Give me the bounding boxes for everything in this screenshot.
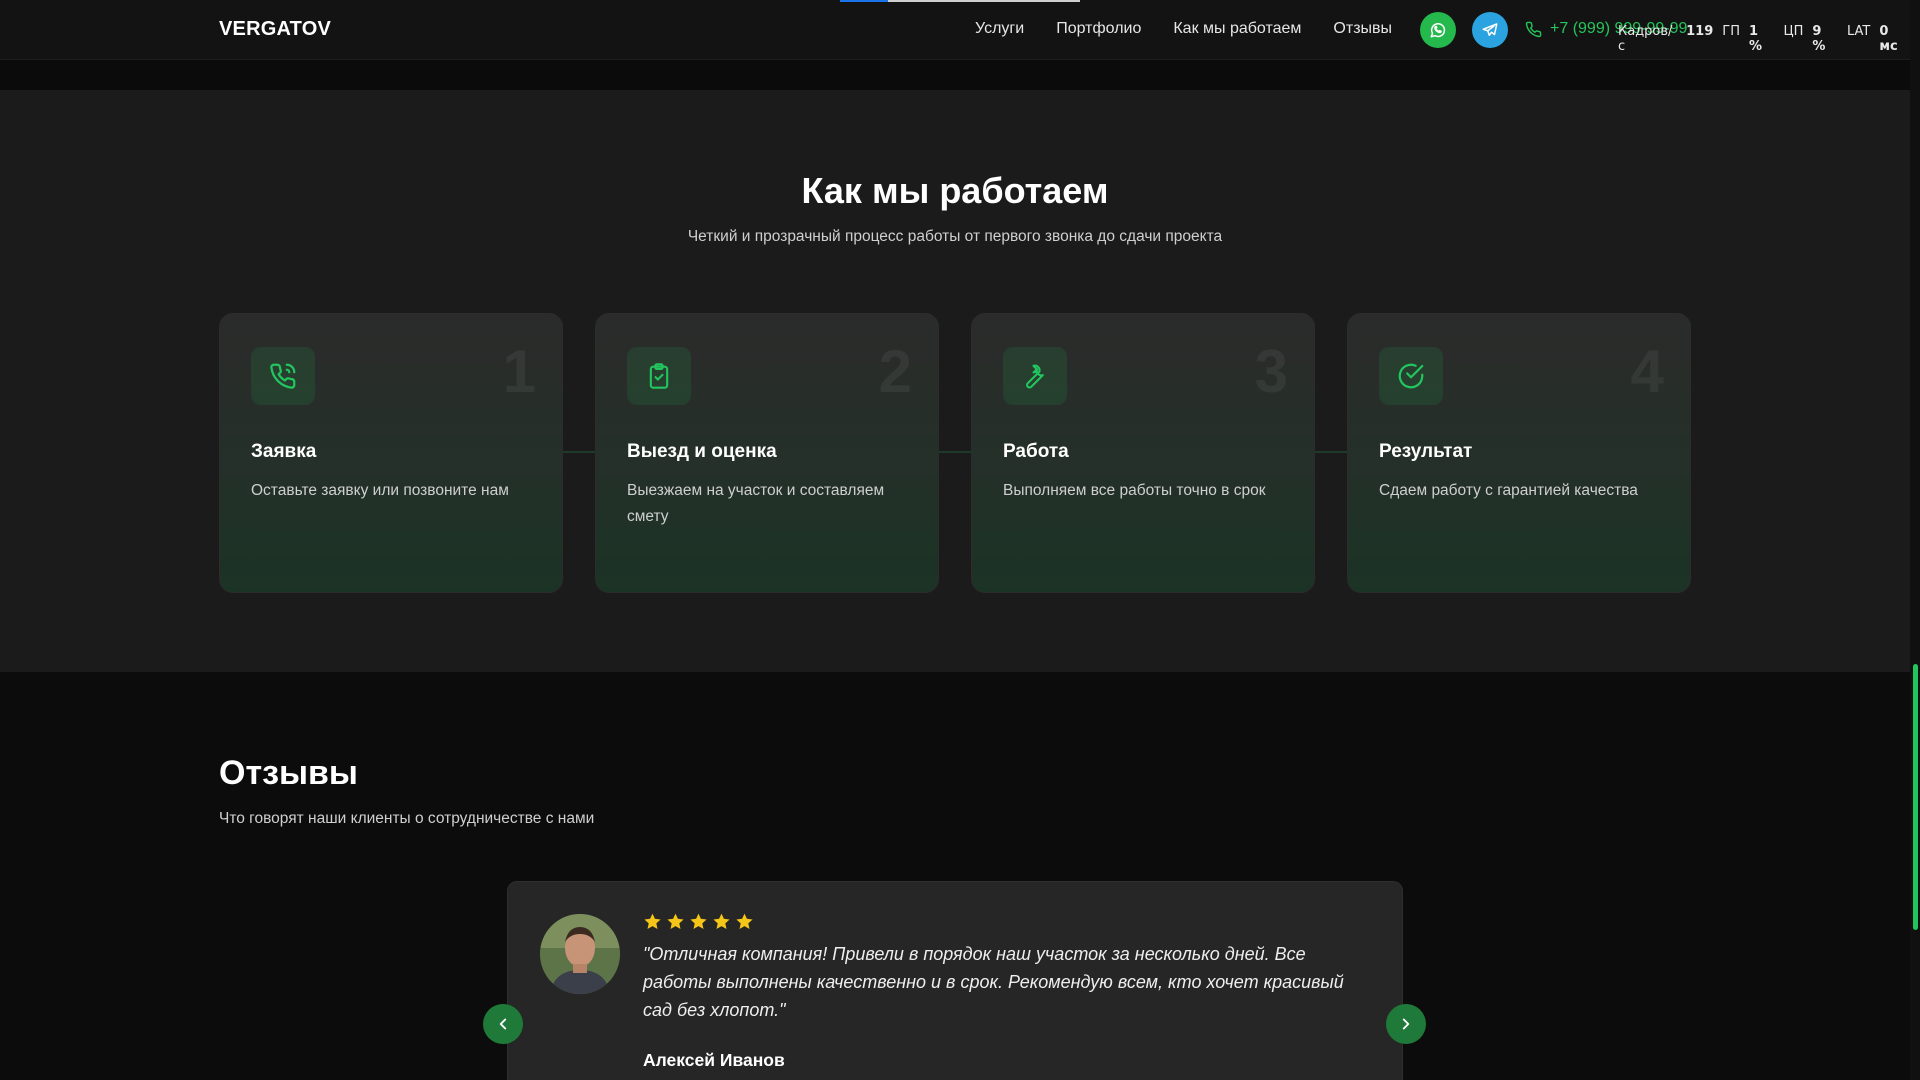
site-header: VERGATOV Услуги Портфолио Как мы работае… bbox=[0, 0, 1910, 60]
section-title: Как мы работаем bbox=[801, 170, 1109, 211]
step-icon-box bbox=[1379, 347, 1443, 405]
section-subtitle: Четкий и прозрачный процесс работы от пе… bbox=[687, 228, 1223, 245]
step-title: Работа bbox=[1003, 441, 1069, 462]
step-number: 2 bbox=[878, 338, 912, 405]
step-connector bbox=[1315, 451, 1349, 453]
page-load-progress bbox=[840, 0, 1080, 2]
phone-icon bbox=[1525, 21, 1542, 37]
step-title: Заявка bbox=[251, 441, 317, 462]
cpu-value: 9 % bbox=[1812, 24, 1826, 54]
gpu-label: ГП bbox=[1722, 24, 1740, 39]
rating-stars bbox=[643, 912, 754, 931]
nav-item-reviews[interactable]: Отзывы bbox=[1333, 20, 1392, 38]
lat-label: LAT bbox=[1846, 24, 1871, 39]
cpu-label: ЦП bbox=[1783, 24, 1804, 39]
wrench-icon bbox=[1026, 364, 1044, 389]
fps-label: Кадров/с bbox=[1618, 24, 1673, 54]
lat-value: 0 мс bbox=[1879, 24, 1898, 54]
step-title: Результат bbox=[1379, 441, 1473, 462]
nav-item-how-we-work[interactable]: Как мы работаем bbox=[1173, 20, 1301, 38]
performance-overlay: Кадров/с 119 ГП 1 % ЦП 9 % LAT 0 мс bbox=[1618, 24, 1910, 54]
avatar-photo bbox=[540, 914, 620, 994]
step-connector bbox=[563, 451, 597, 453]
step-description: Оставьте заявку или позвоните нам bbox=[251, 482, 509, 499]
clipboard-check-icon bbox=[649, 363, 669, 389]
section-title: Отзывы bbox=[219, 754, 358, 792]
step-icon-box bbox=[251, 347, 315, 405]
nav-item-services[interactable]: Услуги bbox=[975, 20, 1024, 38]
step-card: 3 Работа Выполняем все работы точно в ср… bbox=[971, 313, 1315, 593]
step-icon-box bbox=[1003, 347, 1067, 405]
whatsapp-icon bbox=[1430, 23, 1446, 38]
step-card: 2 Выезд и оценка Выезжаем на участок и с… bbox=[595, 313, 939, 593]
step-description: Сдаем работу с гарантией качества bbox=[1379, 482, 1638, 499]
step-number: 3 bbox=[1254, 338, 1288, 405]
step-title: Выезд и оценка bbox=[627, 441, 777, 462]
step-connector bbox=[939, 451, 973, 453]
review-author: Алексей Иванов bbox=[643, 1050, 785, 1070]
carousel-next-button[interactable] bbox=[1386, 1004, 1426, 1044]
step-card: 4 Результат Сдаем работу с гарантией кач… bbox=[1347, 313, 1691, 593]
avatar bbox=[540, 914, 620, 994]
step-number: 4 bbox=[1630, 338, 1664, 405]
phone-call-icon bbox=[270, 363, 296, 389]
section-divider bbox=[0, 60, 1910, 90]
star-icon bbox=[690, 913, 707, 929]
step-card: 1 Заявка Оставьте заявку или позвоните н… bbox=[219, 313, 563, 593]
reviews-section: Отзывы Что говорят наши клиенты о сотруд… bbox=[0, 672, 1910, 1080]
fps-value: 119 bbox=[1686, 24, 1714, 39]
chevron-right-icon bbox=[1402, 1018, 1410, 1030]
check-circle-icon bbox=[1398, 363, 1424, 389]
star-icon bbox=[667, 913, 684, 929]
step-icon-box bbox=[627, 347, 691, 405]
step-description: Выезжаем на участок и составляем смету bbox=[627, 482, 885, 525]
section-subtitle: Что говорят наши клиенты о сотрудничеств… bbox=[219, 810, 595, 827]
gpu-value: 1 % bbox=[1749, 24, 1763, 54]
whatsapp-button[interactable] bbox=[1420, 12, 1456, 48]
chevron-left-icon bbox=[499, 1018, 507, 1030]
star-icon bbox=[644, 913, 661, 929]
star-icon bbox=[713, 913, 730, 929]
main-nav: Услуги Портфолио Как мы работаем Отзывы bbox=[975, 20, 1392, 38]
review-card: "Отличная компания! Привели в порядок на… bbox=[507, 881, 1403, 1080]
telegram-icon bbox=[1482, 23, 1498, 36]
scrollbar-thumb[interactable] bbox=[1913, 664, 1918, 930]
telegram-button[interactable] bbox=[1472, 12, 1508, 48]
star-icon bbox=[736, 913, 753, 929]
how-we-work-section: Как мы работаем Четкий и прозрачный проц… bbox=[0, 90, 1910, 672]
page-scrollbar[interactable] bbox=[1910, 0, 1920, 1080]
nav-item-portfolio[interactable]: Портфолио bbox=[1056, 20, 1141, 38]
step-number: 1 bbox=[502, 338, 536, 405]
review-quote: "Отличная компания! Привели в порядок на… bbox=[643, 944, 1344, 1020]
logo[interactable]: VERGATOV bbox=[219, 18, 331, 41]
step-description: Выполняем все работы точно в срок bbox=[1003, 482, 1266, 499]
carousel-prev-button[interactable] bbox=[483, 1004, 523, 1044]
